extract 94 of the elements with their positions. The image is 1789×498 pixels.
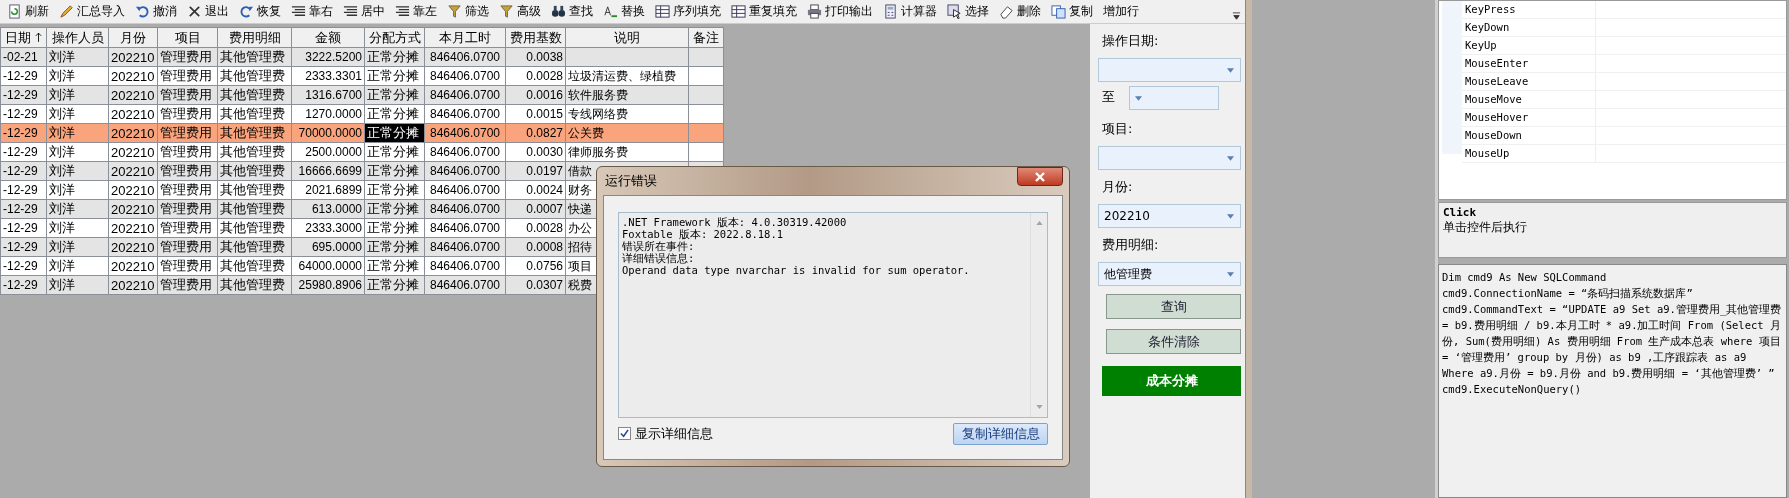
printer-icon xyxy=(807,4,822,19)
dropdown-arrow-icon xyxy=(1227,67,1234,73)
grid-icon xyxy=(655,4,670,19)
checkbox[interactable] xyxy=(618,427,631,440)
toolbar-button[interactable]: 筛选 xyxy=(444,0,492,23)
toolbar-button[interactable]: 查找 xyxy=(548,0,596,23)
toolbar-button[interactable]: 选择 xyxy=(944,0,992,23)
event-name[interactable]: KeyUp xyxy=(1462,37,1596,54)
field-label: 操作日期: xyxy=(1101,32,1160,50)
toolbar-button[interactable]: 增加行 xyxy=(1100,0,1142,23)
dropdown-field[interactable]: 他管理费 xyxy=(1098,262,1241,286)
column-header[interactable]: 日期 xyxy=(0,27,47,48)
toolbar-button[interactable]: 汇总导入 xyxy=(56,0,128,23)
eraser-icon xyxy=(999,4,1014,19)
allocate-button[interactable]: 成本分摊 xyxy=(1102,366,1241,396)
copy-details-button[interactable]: 复制详细信息 xyxy=(953,422,1048,445)
column-header[interactable]: 费用明细 xyxy=(217,27,292,48)
field-label: 费用明细: xyxy=(1101,236,1160,254)
lines-icon xyxy=(291,4,306,19)
dropdown-field[interactable] xyxy=(1129,86,1219,110)
dropdown-arrow-icon xyxy=(1227,155,1234,161)
toolbar-button[interactable]: 居中 xyxy=(340,0,388,23)
details-textarea[interactable]: .NET Framework 版本: 4.0.30319.42000 Foxtable 版本: 2022.8.18.1 错误所在事件: 详细错误信息: Operand data type nvarchar is invalid for sum operator. xyxy=(618,212,1048,418)
field-label: 项目: xyxy=(1101,120,1134,138)
toolbar-button[interactable]: 复制 xyxy=(1048,0,1096,23)
dropdown-arrow-icon xyxy=(1227,271,1234,277)
column-header[interactable]: 金额 xyxy=(291,27,365,48)
toolbar-button[interactable]: 删除 xyxy=(996,0,1044,23)
column-header[interactable]: 说明 xyxy=(565,27,689,48)
replace-icon xyxy=(603,4,618,19)
cursor-icon xyxy=(947,4,962,19)
close-button[interactable] xyxy=(1017,167,1063,186)
event-name[interactable]: MouseHover xyxy=(1462,109,1596,126)
binoculars-icon xyxy=(551,4,566,19)
event-name[interactable]: MouseDown xyxy=(1462,127,1596,144)
column-header[interactable]: 操作人员 xyxy=(46,27,109,48)
close-icon xyxy=(187,4,202,19)
calculator-icon xyxy=(883,4,898,19)
toolbar-button[interactable]: 刷新 xyxy=(4,0,52,23)
event-description: 单击控件后执行 xyxy=(1443,219,1528,236)
close-icon xyxy=(1034,171,1046,182)
lines-icon xyxy=(343,4,358,19)
event-name[interactable]: KeyPress xyxy=(1462,1,1596,18)
funnel-icon xyxy=(499,4,514,19)
event-name[interactable]: MouseMove xyxy=(1462,91,1596,108)
funnel-icon xyxy=(447,4,462,19)
dropdown-arrow-icon xyxy=(1227,213,1234,219)
column-header[interactable]: 项目 xyxy=(157,27,218,48)
dropdown-arrow-icon xyxy=(1135,95,1142,101)
code-line: cmd9.ExecuteNonQuery() xyxy=(1442,382,1583,397)
toolbar-button[interactable]: 撤消 xyxy=(132,0,180,23)
column-header[interactable]: 备注 xyxy=(688,27,724,48)
event-title: Click xyxy=(1443,206,1478,219)
page-icon xyxy=(7,4,22,19)
event-name[interactable]: KeyDown xyxy=(1462,19,1596,36)
redo-icon xyxy=(239,4,254,19)
toolbar-button[interactable]: 序列填充 xyxy=(652,0,724,23)
toolbar-button[interactable]: 打印输出 xyxy=(804,0,876,23)
toolbar-button[interactable]: 替换 xyxy=(600,0,648,23)
dropdown-field[interactable] xyxy=(1098,146,1241,170)
event-name[interactable]: MouseUp xyxy=(1462,145,1596,162)
copy-icon xyxy=(1051,4,1066,19)
undo-icon xyxy=(135,4,150,19)
dropdown-field[interactable]: 202210 xyxy=(1098,204,1241,228)
overflow-arrow-icon[interactable] xyxy=(1232,12,1241,21)
lines-icon xyxy=(395,4,410,19)
toolbar-button[interactable]: 退出 xyxy=(184,0,232,23)
column-header[interactable]: 本月工时 xyxy=(424,27,506,48)
grid-icon xyxy=(731,4,746,19)
toolbar-button[interactable]: 靠左 xyxy=(392,0,440,23)
scroll-down-icon xyxy=(1035,405,1043,409)
scroll-up-icon xyxy=(1035,221,1043,225)
field-label: 至 xyxy=(1102,88,1115,106)
field-label: 月份: xyxy=(1101,178,1134,196)
column-header[interactable]: 月份 xyxy=(108,27,158,48)
filter-button[interactable]: 查询 xyxy=(1106,294,1241,319)
event-name[interactable]: MouseLeave xyxy=(1462,73,1596,90)
toolbar-button[interactable]: 计算器 xyxy=(880,0,940,23)
code-line: cmd9.CommandText = “UPDATE a9 Set a9.管理费用_其他管理费 = b9.费用明细 / b9.本月工时 * a9.加工时间 From (Select 月份, Sum(费用明细) As 费用明细 From 生产成本总表 where 项目 = ‘管理费用’ group by 月份) as b9 ,工序跟踪表 as a9 Where a9.月份 = b9.月份 and b9.费用明细 = ‘其他管理费’ ” xyxy=(1442,302,1783,381)
column-header[interactable]: 分配方式 xyxy=(364,27,425,48)
event-name[interactable]: MouseEnter xyxy=(1462,55,1596,72)
pencil-icon xyxy=(59,4,74,19)
toolbar-button[interactable]: 重复填充 xyxy=(728,0,800,23)
toolbar-button[interactable]: 恢复 xyxy=(236,0,284,23)
dropdown-field[interactable] xyxy=(1098,58,1241,82)
toolbar-button[interactable]: 高级 xyxy=(496,0,544,23)
column-header[interactable]: 费用基数 xyxy=(505,27,566,48)
code-line: cmd9.ConnectionName = “条码扫描系统数据库” xyxy=(1442,286,1694,301)
filter-button[interactable]: 条件清除 xyxy=(1106,329,1241,354)
checkbox-label: 显示详细信息 xyxy=(635,424,713,443)
code-editor[interactable] xyxy=(1438,264,1787,498)
toolbar-button[interactable]: 靠右 xyxy=(288,0,336,23)
code-line: Dim cmd9 As New SQLCommand xyxy=(1442,270,1608,285)
check-icon xyxy=(620,429,629,438)
